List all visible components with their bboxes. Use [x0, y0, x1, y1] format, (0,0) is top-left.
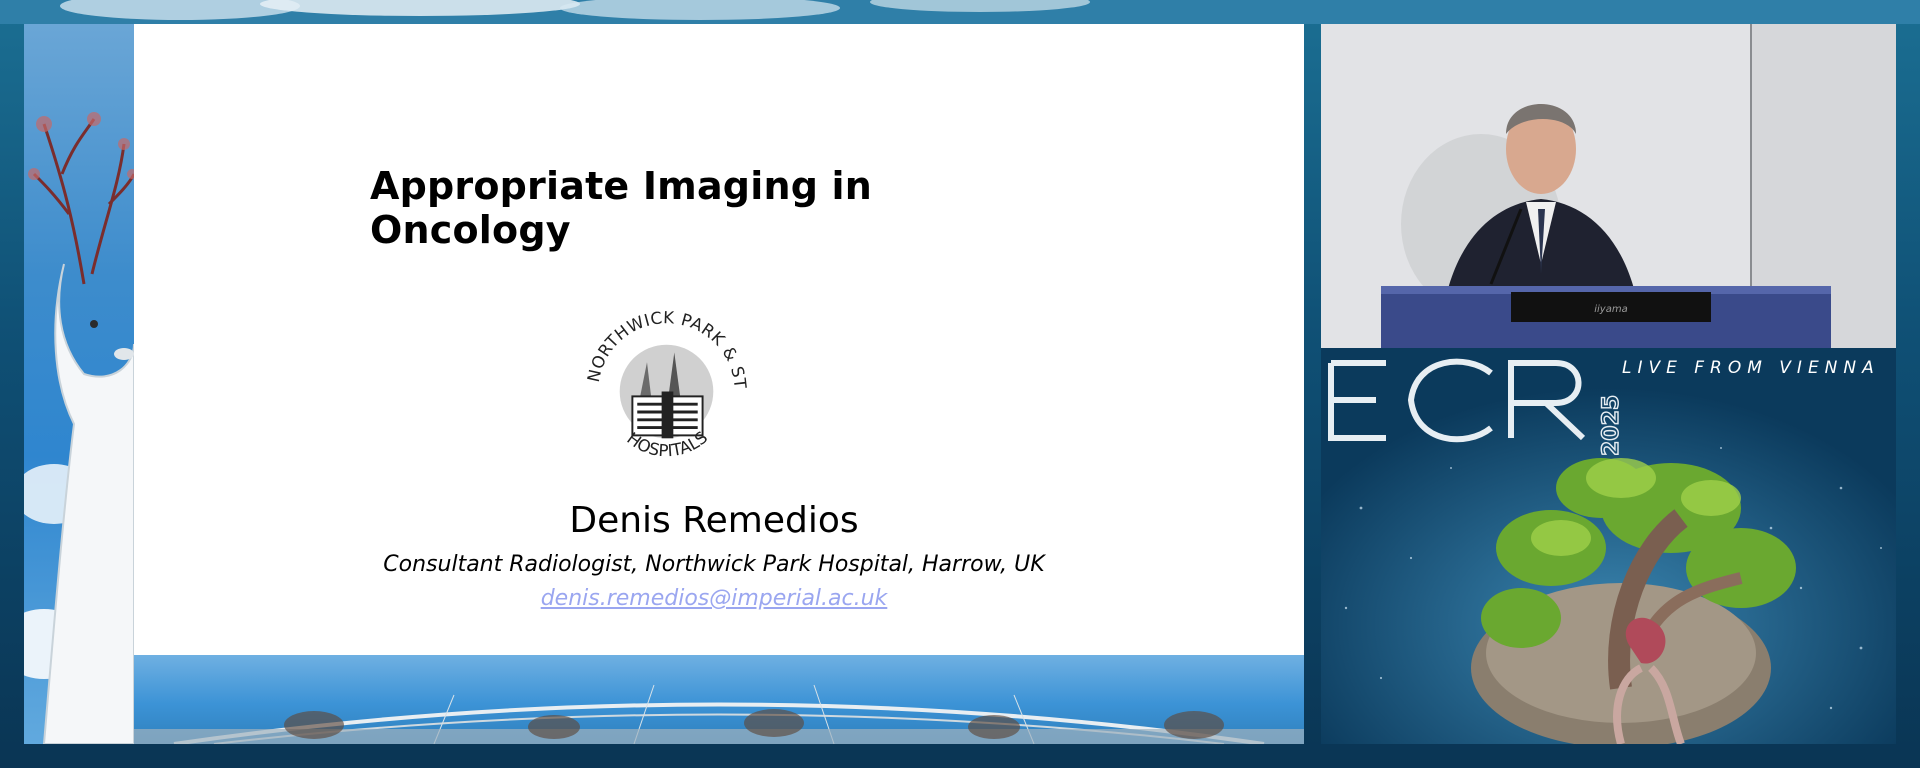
slide-left-decoration [24, 24, 149, 744]
background-clouds [0, 0, 1920, 24]
presenter-email-link[interactable]: denis.remedios@imperial.ac.uk [284, 586, 1144, 611]
hospital-logo: NORTHWICK PARK & ST MARK'S HOSPITALS [569, 294, 749, 460]
slide-title: Appropriate Imaging in Oncology [370, 164, 872, 252]
presentation-slide: Appropriate Imaging in Oncology NORTHWIC… [24, 24, 1304, 744]
live-from-vienna-tagline: LIVE FROM VIENNA [1622, 358, 1880, 378]
video-frame: Appropriate Imaging in Oncology NORTHWIC… [0, 0, 1920, 768]
ecr-year-label: 2025 [1600, 394, 1624, 457]
monitor-brand: iiyama [1594, 304, 1627, 315]
slide-content-area: Appropriate Imaging in Oncology NORTHWIC… [134, 24, 1304, 655]
ecr-year-text: 2025 [1600, 395, 1624, 456]
presenter-role: Consultant Radiologist, Northwick Park H… [383, 552, 1045, 577]
slide-bottom-decoration [134, 655, 1304, 744]
white-stag-illustration [24, 112, 149, 744]
speaker-scene: iiyama [1321, 24, 1896, 348]
bridge-illustration [134, 684, 1304, 744]
speaker-video: iiyama [1321, 24, 1896, 348]
presenter-name: Denis Remedios [569, 500, 859, 541]
